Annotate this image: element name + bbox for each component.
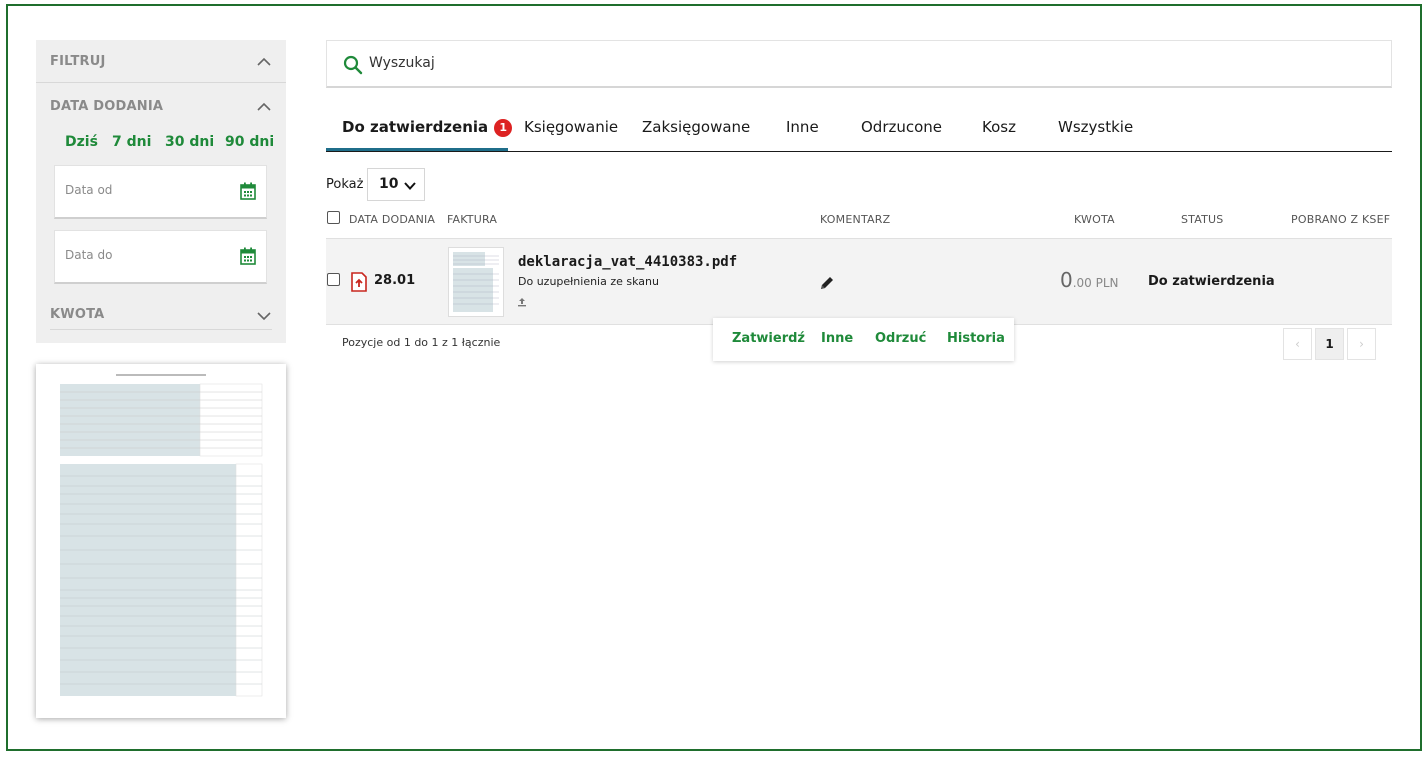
- calendar-icon[interactable]: [240, 182, 256, 200]
- pencil-icon[interactable]: [819, 275, 835, 291]
- filter-title: FILTRUJ: [50, 54, 106, 69]
- prev-page-button[interactable]: ‹: [1283, 328, 1312, 360]
- quick-range-7[interactable]: 7 dni: [112, 134, 151, 150]
- header-date[interactable]: DATA DODANIA: [349, 213, 435, 226]
- header-ksef[interactable]: POBRANO Z KSEF: [1291, 213, 1390, 226]
- document-preview-image: [60, 374, 263, 697]
- row-date: 28.01: [374, 273, 416, 288]
- quick-range-90[interactable]: 90 dni: [225, 134, 274, 150]
- date-from-input[interactable]: [65, 183, 225, 197]
- history-button[interactable]: Historia: [947, 331, 1005, 346]
- divider: [50, 329, 272, 330]
- date-from-field[interactable]: [54, 165, 267, 219]
- quick-range-30[interactable]: 30 dni: [165, 134, 214, 150]
- tab-to-approve[interactable]: Do zatwierdzenia 1: [342, 118, 513, 137]
- file-note: Do uzupełnienia ze skanu: [518, 275, 659, 288]
- next-page-button[interactable]: ›: [1347, 328, 1376, 360]
- header-status[interactable]: STATUS: [1181, 213, 1223, 226]
- page-size-value: 10: [379, 176, 399, 192]
- tab-booked[interactable]: Zaksięgowane: [642, 118, 750, 136]
- other-button[interactable]: Inne: [821, 331, 853, 346]
- amount-integer: 0: [1060, 268, 1073, 292]
- tab-all[interactable]: Wszystkie: [1058, 118, 1133, 136]
- amount-decimal: .00 PLN: [1072, 276, 1119, 290]
- row-status: Do zatwierdzenia: [1148, 274, 1275, 289]
- select-all-checkbox[interactable]: [327, 211, 340, 224]
- calendar-icon[interactable]: [240, 247, 256, 265]
- file-name[interactable]: deklaracja_vat_4410383.pdf: [518, 254, 737, 270]
- upload-icon: [518, 298, 526, 307]
- chevron-up-icon[interactable]: [256, 99, 272, 115]
- active-tab-indicator: [326, 148, 508, 151]
- filter-sidebar: FILTRUJ DATA DODANIA Dziś 7 dni 30 dni 9…: [36, 40, 286, 343]
- row-actions-menu: Zatwierdź Inne Odrzuć Historia: [713, 318, 1014, 361]
- search-icon: [343, 55, 363, 75]
- tab-label: Do zatwierdzenia: [342, 118, 489, 136]
- quick-range-today[interactable]: Dziś: [65, 134, 98, 150]
- chevron-down-icon[interactable]: [256, 308, 272, 324]
- header-amount[interactable]: KWOTA: [1074, 213, 1115, 226]
- date-section-title: DATA DODANIA: [50, 99, 164, 114]
- tab-trash[interactable]: Kosz: [982, 118, 1016, 136]
- status-tabs: Do zatwierdzenia 1 Księgowanie Zaksięgowa…: [326, 106, 1392, 152]
- header-invoice[interactable]: FAKTURA: [447, 213, 497, 226]
- row-checkbox[interactable]: [327, 273, 340, 286]
- tab-rejected[interactable]: Odrzucone: [861, 118, 942, 136]
- search-input[interactable]: [369, 55, 1269, 71]
- positions-summary: Pozycje od 1 do 1 z 1 łącznie: [342, 336, 501, 349]
- row-amount: 0.00 PLN: [1060, 268, 1119, 292]
- table-row[interactable]: 28.01 deklaracja_vat_4410383.pdf Do uzup…: [326, 238, 1392, 325]
- amount-section-title: KWOTA: [50, 307, 105, 322]
- reject-button[interactable]: Odrzuć: [875, 331, 926, 346]
- chevron-down-icon: [404, 182, 416, 190]
- header-comment: KOMENTARZ: [820, 213, 891, 226]
- tab-booking[interactable]: Księgowanie: [524, 118, 618, 136]
- invoice-thumbnail[interactable]: [448, 247, 504, 317]
- pdf-upload-icon: [351, 272, 367, 292]
- chevron-up-icon[interactable]: [256, 54, 272, 70]
- date-to-field[interactable]: [54, 230, 267, 284]
- invoice-thumbnail-image: [453, 252, 499, 312]
- tab-other[interactable]: Inne: [786, 118, 819, 136]
- date-to-input[interactable]: [65, 248, 225, 262]
- divider: [36, 82, 286, 83]
- document-preview[interactable]: [36, 364, 286, 718]
- page-number[interactable]: 1: [1315, 328, 1344, 360]
- show-label: Pokaż: [326, 177, 364, 192]
- search-bar[interactable]: [326, 40, 1392, 88]
- page-size-select[interactable]: 10: [367, 168, 425, 201]
- approve-button[interactable]: Zatwierdź: [732, 331, 805, 346]
- count-badge: 1: [494, 119, 513, 137]
